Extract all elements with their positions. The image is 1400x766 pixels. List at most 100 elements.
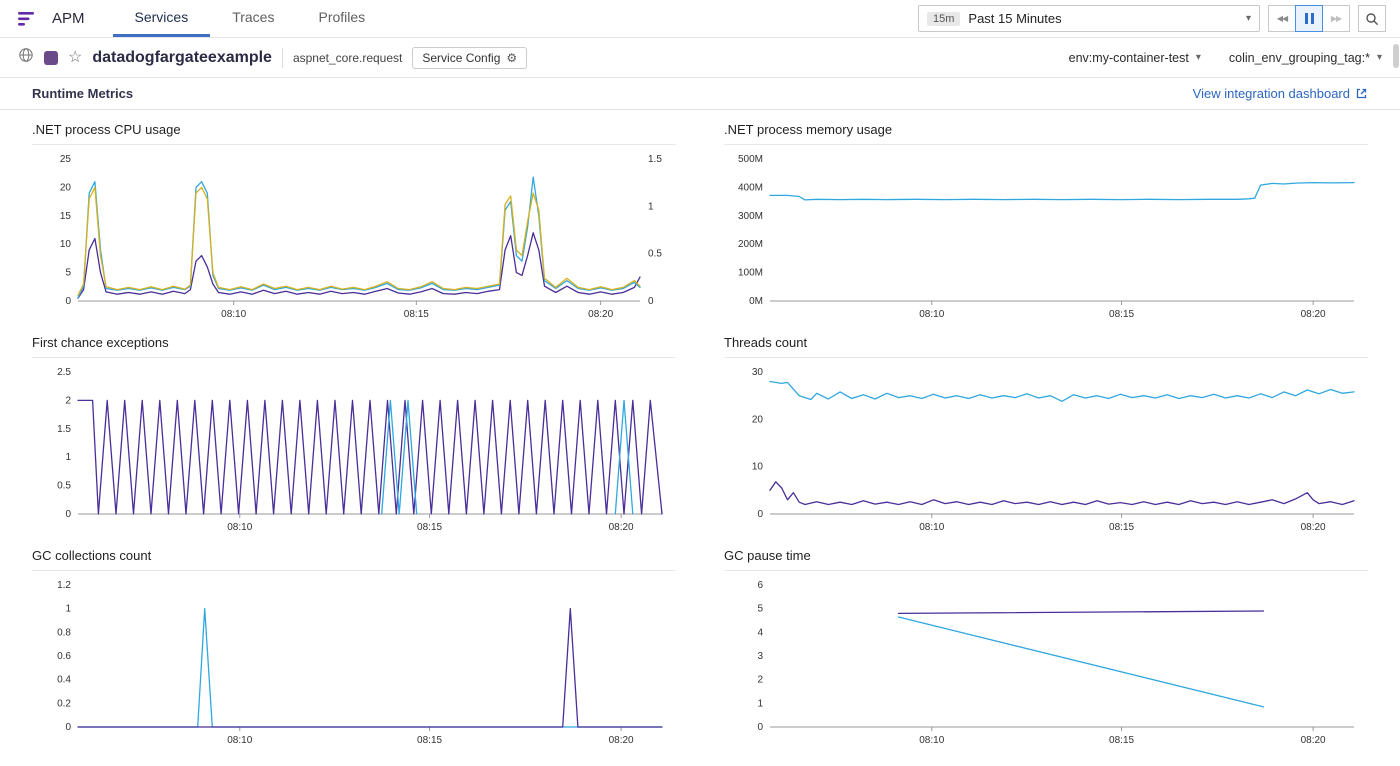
time-range-label: Past 15 Minutes — [968, 11, 1061, 26]
series-line-light-blue — [382, 400, 417, 514]
nav-tabs: Services Traces Profiles — [113, 0, 388, 37]
y-tick-label: 20 — [752, 414, 764, 425]
series-line-yellow — [78, 187, 640, 295]
external-link-icon — [1355, 87, 1368, 100]
fast-forward-button[interactable]: ▶▶ — [1322, 5, 1350, 32]
fast-forward-icon: ▶▶ — [1331, 14, 1341, 23]
chart-plot[interactable]: 00.20.40.60.811.208:1008:1508:20 — [32, 573, 676, 751]
integration-dashboard-link[interactable]: View integration dashboard — [1193, 86, 1368, 101]
y-tick-label: 500M — [738, 154, 763, 165]
y-tick-label: 0M — [749, 296, 763, 307]
y-tick-label: 10 — [60, 239, 72, 250]
series-line-purple — [899, 611, 1264, 613]
y-tick-label: 2.5 — [57, 367, 71, 378]
chart-plot[interactable]: 0M100M200M300M400M500M08:1008:1508:20 — [724, 147, 1368, 325]
playback-controls: ◀◀ ▶▶ — [1268, 5, 1350, 32]
y-tick-label: 0 — [757, 509, 763, 520]
service-header: ☆ datadogfargateexample aspnet_core.requ… — [0, 38, 1400, 78]
y-tick-label: 0 — [757, 722, 763, 733]
tab-profiles[interactable]: Profiles — [296, 0, 387, 37]
y-tick-label: 0 — [65, 296, 71, 307]
y-tick-label: 1 — [65, 452, 71, 463]
y-tick-label: 6 — [757, 580, 763, 591]
x-tick-label: 08:10 — [919, 309, 944, 320]
x-tick-label: 08:20 — [1301, 309, 1326, 320]
star-icon[interactable]: ☆ — [68, 50, 82, 66]
operation-name[interactable]: aspnet_core.request — [293, 51, 402, 65]
y-tick-label: 0.5 — [57, 481, 71, 492]
y-tick-label: 0.4 — [57, 675, 71, 686]
service-filters: env:my-container-test ▾ colin_env_groupi… — [1069, 51, 1382, 65]
chart-card-cpu-usage: .NET process CPU usage 051015202500.511.… — [32, 112, 676, 325]
tab-services[interactable]: Services — [113, 0, 211, 37]
y-tick-label: 30 — [752, 367, 764, 378]
chart-plot[interactable]: 010203008:1008:1508:20 — [724, 360, 1368, 538]
x-tick-label: 08:15 — [1109, 735, 1134, 746]
globe-icon — [18, 47, 34, 68]
y-tick-label: 0 — [65, 722, 71, 733]
y-tick-label: 5 — [757, 604, 763, 615]
chart-plot[interactable]: 051015202500.511.508:1008:1508:20 — [32, 147, 676, 325]
x-tick-label: 08:10 — [227, 735, 252, 746]
chart-plot[interactable]: 012345608:1008:1508:20 — [724, 573, 1368, 751]
y-tick-label: 0 — [65, 509, 71, 520]
y-tick-label: 0.2 — [57, 698, 71, 709]
y-tick-label: 1.5 — [57, 424, 71, 435]
env-filter-label: env:my-container-test — [1069, 51, 1189, 65]
x-tick-label: 08:15 — [417, 735, 442, 746]
chart-title: First chance exceptions — [32, 335, 676, 358]
y-tick-label: 400M — [738, 182, 763, 193]
y-tick-label: 2 — [65, 395, 71, 406]
series-line-purple — [78, 400, 662, 514]
gear-icon: ⚙ — [506, 52, 517, 64]
time-range-picker[interactable]: 15m Past 15 Minutes ▾ — [918, 5, 1260, 32]
charts-grid: .NET process CPU usage 051015202500.511.… — [0, 110, 1400, 751]
chart-canvas: 0M100M200M300M400M500M08:1008:1508:20 — [724, 147, 1368, 325]
y-tick-label: 1 — [65, 604, 71, 615]
x-tick-label: 08:10 — [221, 309, 246, 320]
series-line-light-blue — [899, 617, 1264, 707]
y-tick-label: 4 — [757, 627, 763, 638]
tab-traces[interactable]: Traces — [210, 0, 296, 37]
y-tick-label: 1 — [757, 698, 763, 709]
runtime-metrics-header: Runtime Metrics View integration dashboa… — [0, 78, 1400, 110]
y-tick-label: 1.2 — [57, 580, 71, 591]
rewind-button[interactable]: ◀◀ — [1268, 5, 1296, 32]
rewind-icon: ◀◀ — [1277, 14, 1287, 23]
datadog-logo[interactable] — [18, 10, 38, 28]
y-tick-label: 300M — [738, 211, 763, 222]
scrollbar-thumb[interactable] — [1393, 44, 1399, 68]
magnifier-icon — [1365, 12, 1379, 26]
divider — [282, 48, 283, 68]
y-tick-label: 0.6 — [57, 651, 71, 662]
y2-tick-label: 0 — [648, 296, 654, 307]
chart-canvas: 012345608:1008:1508:20 — [724, 573, 1368, 751]
chart-plot[interactable]: 0 0.5 1 1.5 2 2.5 08:10 08:15 08:20 — [32, 360, 676, 538]
time-range-badge: 15m — [927, 12, 960, 26]
chart-title: GC collections count — [32, 548, 676, 571]
y2-tick-label: 1.5 — [648, 154, 662, 165]
x-tick-label: 08:10 — [919, 522, 944, 533]
chevron-down-icon: ▾ — [1196, 52, 1201, 63]
y-tick-label: 15 — [60, 211, 72, 222]
series-line-light-blue — [615, 400, 633, 514]
pause-button[interactable] — [1295, 5, 1323, 32]
y-tick-label: 5 — [65, 268, 71, 279]
integration-dashboard-link-label: View integration dashboard — [1193, 86, 1350, 101]
service-config-button[interactable]: Service Config ⚙ — [412, 47, 527, 69]
service-config-label: Service Config — [422, 51, 500, 65]
x-tick-label: 08:20 — [609, 522, 634, 533]
env-filter-dropdown[interactable]: env:my-container-test ▾ — [1069, 51, 1201, 65]
grouping-filter-dropdown[interactable]: colin_env_grouping_tag:* ▾ — [1229, 51, 1382, 65]
x-tick-label: 08:20 — [1301, 735, 1326, 746]
chart-title: .NET process memory usage — [724, 122, 1368, 145]
x-tick-label: 08:20 — [609, 735, 634, 746]
x-tick-label: 08:10 — [227, 522, 252, 533]
chart-title: .NET process CPU usage — [32, 122, 676, 145]
series-line-light-blue — [770, 382, 1354, 402]
x-tick-label: 08:15 — [417, 522, 442, 533]
y-tick-label: 2 — [757, 675, 763, 686]
y2-tick-label: 1 — [648, 201, 654, 212]
search-button[interactable] — [1358, 5, 1386, 32]
y-tick-label: 200M — [738, 239, 763, 250]
